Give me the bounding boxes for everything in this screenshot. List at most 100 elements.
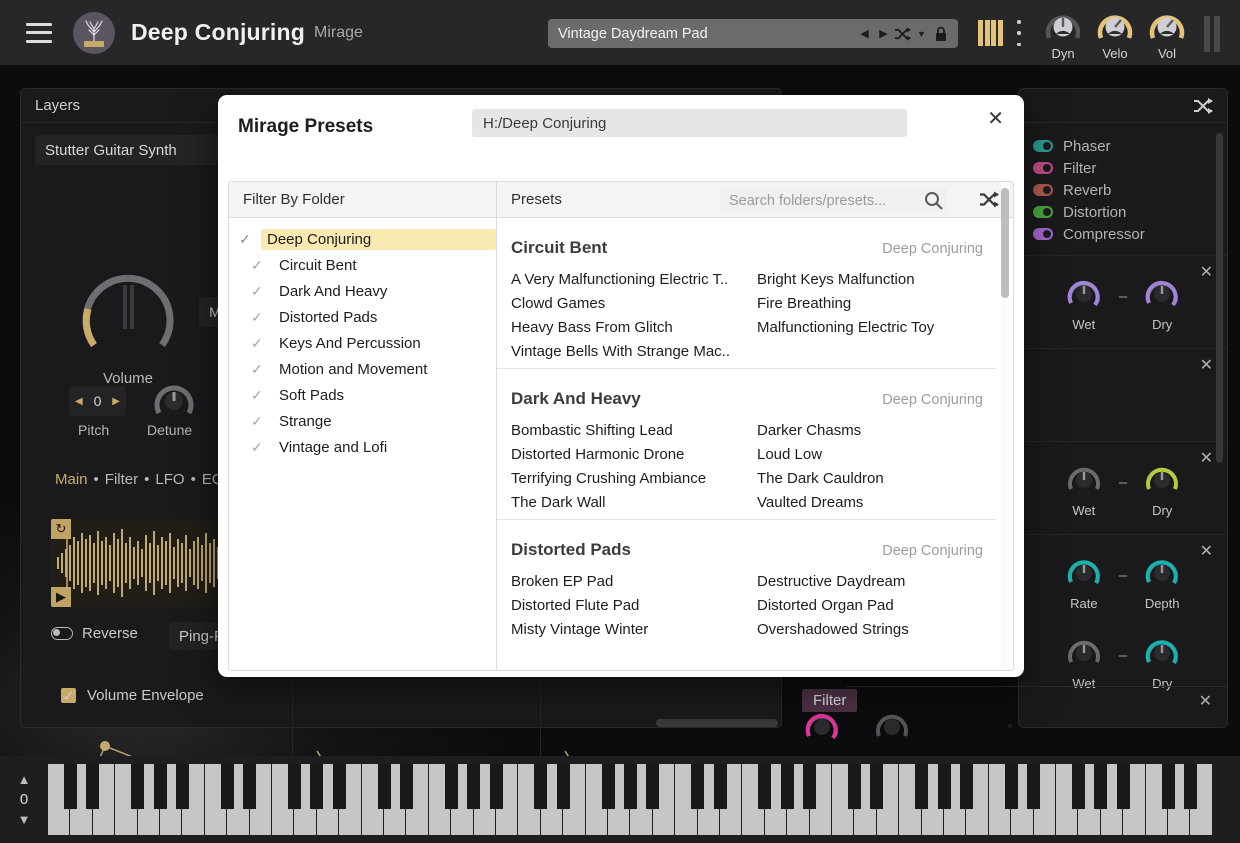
black-key[interactable]	[243, 764, 256, 809]
hamburger-icon[interactable]	[26, 23, 52, 43]
check-icon[interactable]: ✓	[251, 283, 273, 300]
effect-toggle-distortion[interactable]: Distortion	[1033, 201, 1227, 223]
black-key[interactable]	[803, 764, 816, 809]
triangle-up-icon[interactable]: ▲	[18, 772, 31, 787]
black-key[interactable]	[915, 764, 928, 809]
black-key[interactable]	[1162, 764, 1175, 809]
toggle-icon[interactable]	[51, 627, 73, 640]
black-key[interactable]	[848, 764, 861, 809]
play-marker-icon[interactable]: ▶	[51, 587, 71, 607]
stepper-right-icon[interactable]: ▶	[112, 396, 120, 407]
check-icon[interactable]: ✓	[239, 231, 261, 248]
preset-item[interactable]: The Dark Cauldron	[757, 470, 997, 487]
power-toggle-icon[interactable]	[1033, 206, 1053, 218]
black-key[interactable]	[86, 764, 99, 809]
preset-item[interactable]: Bright Keys Malfunction	[757, 271, 997, 288]
folder-item[interactable]: ✓Circuit Bent	[229, 252, 496, 278]
presets-scrollbar-thumb[interactable]	[1001, 188, 1009, 298]
black-key[interactable]	[490, 764, 503, 809]
level-meter-icon[interactable]	[1204, 16, 1220, 52]
preset-item[interactable]: Bombastic Shifting Lead	[511, 422, 757, 439]
preset-item[interactable]: Vintage Bells With Strange Mac..	[511, 343, 757, 360]
preset-item[interactable]: Clowd Games	[511, 295, 757, 312]
black-key[interactable]	[176, 764, 189, 809]
check-icon[interactable]: ✓	[61, 688, 76, 703]
close-icon[interactable]: ✕	[987, 109, 1004, 129]
stepper-left-icon[interactable]: ◀	[75, 396, 83, 407]
preset-selector[interactable]: Vintage Daydream Pad ◀ ▶ ▼	[548, 19, 958, 48]
preset-item[interactable]: Destructive Daydream	[757, 573, 997, 590]
fx-knob-dry[interactable]: Dry	[1133, 462, 1191, 518]
black-key[interactable]	[154, 764, 167, 809]
check-icon[interactable]: ✓	[251, 257, 273, 274]
folder-item[interactable]: ✓Deep Conjuring	[229, 226, 496, 252]
power-toggle-icon[interactable]	[1033, 162, 1053, 174]
shuffle-icon[interactable]	[979, 191, 999, 212]
black-key[interactable]	[310, 764, 323, 809]
black-key[interactable]	[1184, 764, 1197, 809]
black-key[interactable]	[938, 764, 951, 809]
folder-item[interactable]: ✓Vintage and Lofi	[229, 434, 496, 460]
black-key[interactable]	[288, 764, 301, 809]
fx-knob-wet[interactable]: Wet	[1055, 276, 1113, 332]
power-toggle-icon[interactable]	[1033, 140, 1053, 152]
black-key[interactable]	[534, 764, 547, 809]
next-arrow-icon[interactable]: ▶	[874, 22, 893, 46]
check-icon[interactable]: ✓	[251, 335, 273, 352]
shuffle-icon[interactable]	[893, 22, 912, 46]
black-key[interactable]	[1027, 764, 1040, 809]
dyn-knob[interactable]: Dyn	[1038, 7, 1088, 61]
close-icon[interactable]: ✕	[1199, 691, 1212, 711]
black-key[interactable]	[691, 764, 704, 809]
check-icon[interactable]: ✓	[251, 413, 273, 430]
preset-item[interactable]: Vaulted Dreams	[757, 494, 997, 511]
preset-item[interactable]: Malfunctioning Electric Toy	[757, 319, 997, 336]
preset-item[interactable]: Loud Low	[757, 446, 997, 463]
black-key[interactable]	[781, 764, 794, 809]
fx-knob-dry[interactable]: Dry	[1133, 635, 1191, 691]
black-key[interactable]	[378, 764, 391, 809]
black-key[interactable]	[445, 764, 458, 809]
path-field[interactable]: H:/Deep Conjuring	[472, 109, 907, 137]
black-key[interactable]	[557, 764, 570, 809]
search-input[interactable]	[720, 188, 947, 213]
shuffle-icon[interactable]	[1193, 98, 1213, 114]
preset-item[interactable]: Broken EP Pad	[511, 573, 757, 590]
folder-item[interactable]: ✓Distorted Pads	[229, 304, 496, 330]
check-icon[interactable]: ✓	[251, 361, 273, 378]
volume-envelope-toggle[interactable]: ✓ Volume Envelope	[47, 681, 292, 704]
chevron-down-icon[interactable]: ▼	[912, 22, 931, 46]
piano-keys[interactable]	[48, 764, 1232, 835]
preset-item[interactable]: Heavy Bass From Glitch	[511, 319, 757, 336]
loop-start-icon[interactable]: ↻	[51, 519, 71, 539]
search-icon[interactable]	[924, 191, 943, 214]
fx-knob-dry[interactable]: Dry	[1133, 276, 1191, 332]
piano-keys-icon[interactable]	[978, 20, 1003, 46]
folder-item[interactable]: ✓Soft Pads	[229, 382, 496, 408]
power-toggle-icon[interactable]	[1033, 228, 1053, 240]
preset-item[interactable]: The Dark Wall	[511, 494, 757, 511]
black-key[interactable]	[960, 764, 973, 809]
black-key[interactable]	[1094, 764, 1107, 809]
black-key[interactable]	[1117, 764, 1130, 809]
folder-item[interactable]: ✓Dark And Heavy	[229, 278, 496, 304]
vol-knob[interactable]: Vol	[1142, 7, 1192, 61]
black-key[interactable]	[646, 764, 659, 809]
black-key[interactable]	[602, 764, 615, 809]
prev-arrow-icon[interactable]: ◀	[855, 22, 874, 46]
reverse-toggle[interactable]: Reverse	[51, 625, 138, 642]
folder-item[interactable]: ✓Keys And Percussion	[229, 330, 496, 356]
filter-knob-2[interactable]	[870, 709, 914, 739]
check-icon[interactable]: ✓	[251, 309, 273, 326]
black-key[interactable]	[1072, 764, 1085, 809]
black-key[interactable]	[221, 764, 234, 809]
effects-scrollbar[interactable]	[1216, 133, 1223, 463]
vertical-dots-icon[interactable]	[1014, 20, 1024, 46]
triangle-down-icon[interactable]: ▼	[18, 812, 31, 827]
power-toggle-icon[interactable]	[1033, 184, 1053, 196]
preset-item[interactable]: Distorted Harmonic Drone	[511, 446, 757, 463]
close-icon[interactable]: ✕	[1200, 262, 1213, 282]
black-key[interactable]	[624, 764, 637, 809]
black-key[interactable]	[758, 764, 771, 809]
pitch-stepper[interactable]: ◀ 0 ▶	[69, 386, 126, 416]
